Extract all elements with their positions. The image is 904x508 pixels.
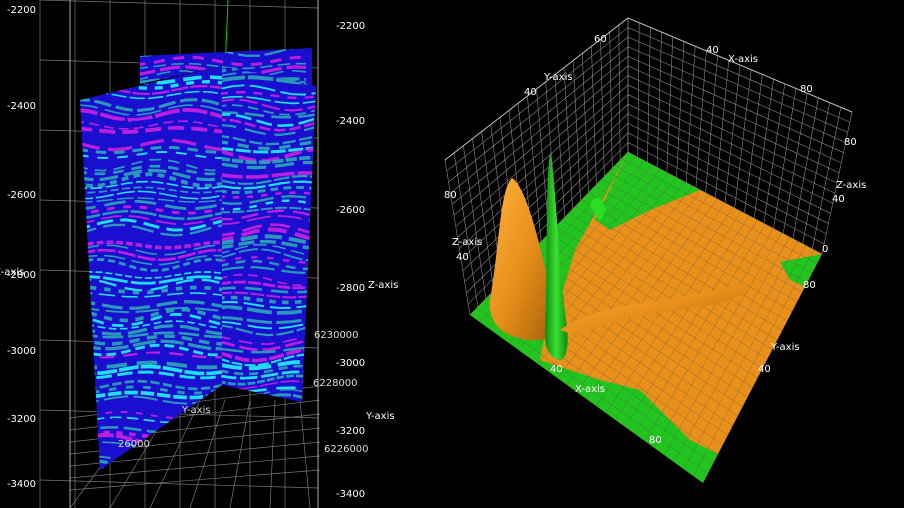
seismic-panel-right [222,66,316,402]
scene: -2200 -2400 -2600 -2800 -3000 -3200 -3400 Z-ax… [0,0,866,508]
y-axis-tick: 6230000 [314,330,359,341]
z-tick-right: -3000 [336,358,365,369]
z-tick-right: -2600 [336,205,365,216]
surface-tick: 40 [524,87,537,98]
z-tick-left: -3400 [7,479,36,490]
surface-tick: 0 [822,244,828,255]
z-axis-ticks-right: -2200 -2400 -2600 -2800 -3000 -3200 -3400 [336,21,365,500]
z-tick-left: -2600 [7,190,36,201]
y-axis-label-top: Y-axis [543,72,573,83]
y-axis-tick: 6228000 [313,378,358,389]
z-axis-label-left: Z-axis [452,237,482,248]
x-axis-label-top: X-axis [728,54,758,65]
x-axis-label: Y-axis [181,405,211,416]
surface-tick: 60 [594,34,607,45]
z-tick-right: -2800 [336,283,365,294]
surface-chart: 4080604080408040080404080 X-axis Y-axis … [444,17,866,483]
z-axis-label-right: Z-axis [368,280,398,291]
z-tick-right: -3200 [336,426,365,437]
y-axis-label: Y-axis [365,411,395,422]
z-tick-left: -2400 [7,101,36,112]
z-tick-left: -3200 [7,414,36,425]
surface-tick: 40 [550,364,563,375]
z-tick-right: -3400 [336,489,365,500]
z-tick-right: -2200 [336,21,365,32]
surface-tick: 80 [649,435,662,446]
y-axis-label-bottom: Y-axis [770,342,800,353]
surface-tick: 80 [803,280,816,291]
surface-tick: 80 [444,190,457,201]
surface-tick: 80 [844,137,857,148]
x-axis-tick: 26000 [118,439,150,450]
z-axis-label-right: Z-axis [836,180,866,191]
z-tick-right: -2400 [336,116,365,127]
surface-tick: 40 [832,194,845,205]
seismic-chart: -2200 -2400 -2600 -2800 -3000 -3200 -3400 Z-ax… [0,0,398,508]
z-axis-label-left: Z-axis [0,267,24,278]
y-axis-tick: 6226000 [324,444,369,455]
z-tick-left: -3000 [7,346,36,357]
z-tick-left: -2200 [7,5,36,16]
surface-tick: 40 [706,45,719,56]
surface-tick: 40 [456,252,469,263]
surface-tick: 80 [800,84,813,95]
surface-tick: 40 [758,364,771,375]
x-axis-label-bottom: X-axis [575,384,605,395]
z-axis-ticks-left: -2200-2400-2600-2800-3000-3200-3400 [7,5,36,490]
